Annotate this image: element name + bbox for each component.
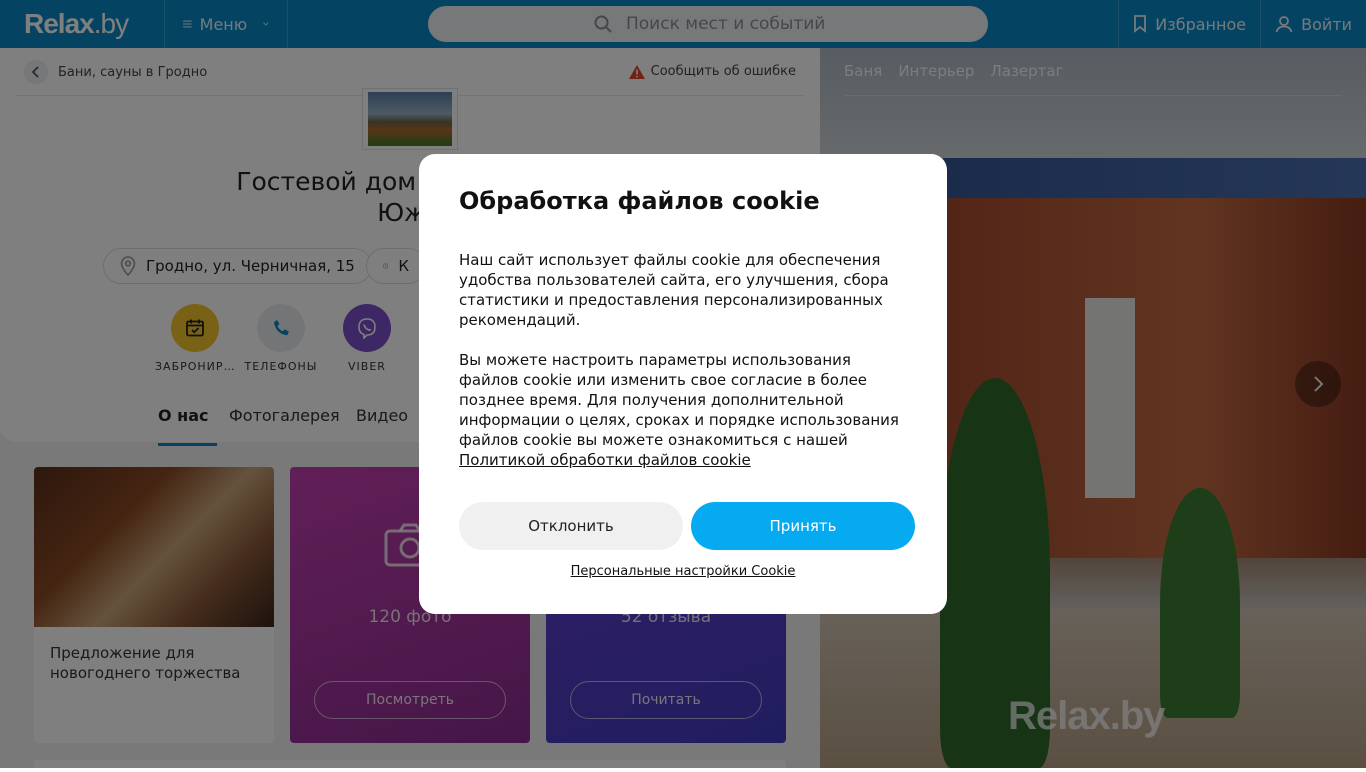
cookie-text-1: Наш сайт использует файлы cookie для обе… xyxy=(459,251,889,329)
cookie-title: Обработка файлов cookie xyxy=(459,187,820,215)
decline-button[interactable]: Отклонить xyxy=(459,502,683,550)
cookie-policy-link[interactable]: Политикой обработки файлов cookie xyxy=(459,451,751,469)
cookie-dialog: Обработка файлов cookie Наш сайт использ… xyxy=(419,154,947,614)
accept-button[interactable]: Принять xyxy=(691,502,915,550)
cookie-text-2: Вы можете настроить параметры использова… xyxy=(459,351,899,469)
personal-settings-link[interactable]: Персональные настройки Cookie xyxy=(419,564,947,579)
